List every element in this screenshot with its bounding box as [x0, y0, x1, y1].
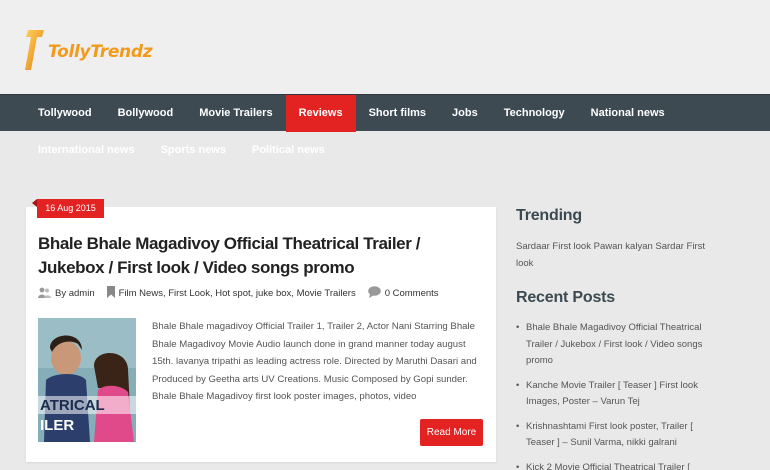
user-icon [38, 287, 51, 301]
nav-item-movie-trailers[interactable]: Movie Trailers [186, 95, 285, 132]
recent-post-link[interactable]: Bhale Bhale Magadivoy Official Theatrica… [516, 320, 716, 370]
thumb-text-2: ILER [40, 417, 74, 434]
nav-item-political-news[interactable]: Political news [239, 131, 338, 169]
author-link[interactable]: admin [69, 288, 95, 299]
author-prefix: By [55, 288, 67, 299]
comment-icon [367, 286, 381, 301]
category-link[interactable]: Film News [119, 288, 163, 299]
post-date-badge: 16 Aug 2015 [32, 199, 104, 218]
nav-item-short-films[interactable]: Short films [356, 95, 439, 132]
sub-nav: International news Sports news Political n… [0, 131, 770, 169]
post-title[interactable]: Bhale Bhale Magadivoy Official Theatrica… [38, 232, 483, 280]
trending-link[interactable]: Sardaar First look Pawan kalyan Sardar F… [516, 238, 716, 272]
category-links: Film News, First Look, Hot spot, juke bo… [118, 288, 356, 299]
nav-item-tollywood[interactable]: Tollywood [25, 95, 105, 132]
site-header: TollyTrendz [0, 0, 770, 94]
nav-item-international-news[interactable]: International news [25, 131, 148, 169]
trending-heading: Trending [516, 207, 582, 224]
recent-posts-list: Bhale Bhale Magadivoy Official Theatrica… [516, 320, 716, 470]
recent-post-link[interactable]: Krishnashtami First look poster, Trailer… [516, 419, 716, 452]
recent-post-link[interactable]: Kick 2 Movie Official Theatrical Trailer… [516, 460, 716, 470]
comments-link[interactable]: 0 Comments [385, 288, 439, 299]
nav-item-technology[interactable]: Technology [491, 95, 578, 132]
site-logo[interactable]: TollyTrendz [24, 28, 153, 72]
post-thumbnail[interactable]: ATRICAL ILER [38, 318, 136, 442]
recent-posts-heading: Recent Posts [516, 289, 615, 306]
nav-item-bollywood[interactable]: Bollywood [105, 95, 187, 132]
bookmark-icon [106, 286, 115, 301]
category-link[interactable]: First Look [168, 288, 210, 299]
logo-text: TollyTrendz [48, 42, 153, 62]
thumb-text-1: ATRICAL [40, 397, 105, 414]
read-more-button[interactable]: Read More [420, 419, 483, 446]
nav-item-sports-news[interactable]: Sports news [148, 131, 239, 169]
nav-item-reviews[interactable]: Reviews [285, 95, 356, 132]
nav-item-jobs[interactable]: Jobs [439, 95, 491, 132]
nav-item-national-news[interactable]: National news [578, 95, 678, 132]
post-excerpt: Bhale Bhale magadivoy Official Trailer 1… [152, 321, 477, 402]
category-link[interactable]: juke box [256, 288, 291, 299]
main-nav: Tollywood Bollywood Movie Trailers Reviews S… [0, 94, 770, 132]
recent-post-link[interactable]: Kanche Movie Trailer [ Teaser ] First lo… [516, 378, 716, 411]
post-meta: By admin Film News, First Look, Hot spot… [38, 286, 439, 301]
logo-icon [24, 28, 46, 72]
category-link[interactable]: Movie Trailers [297, 288, 356, 299]
category-link[interactable]: Hot spot [215, 288, 250, 299]
